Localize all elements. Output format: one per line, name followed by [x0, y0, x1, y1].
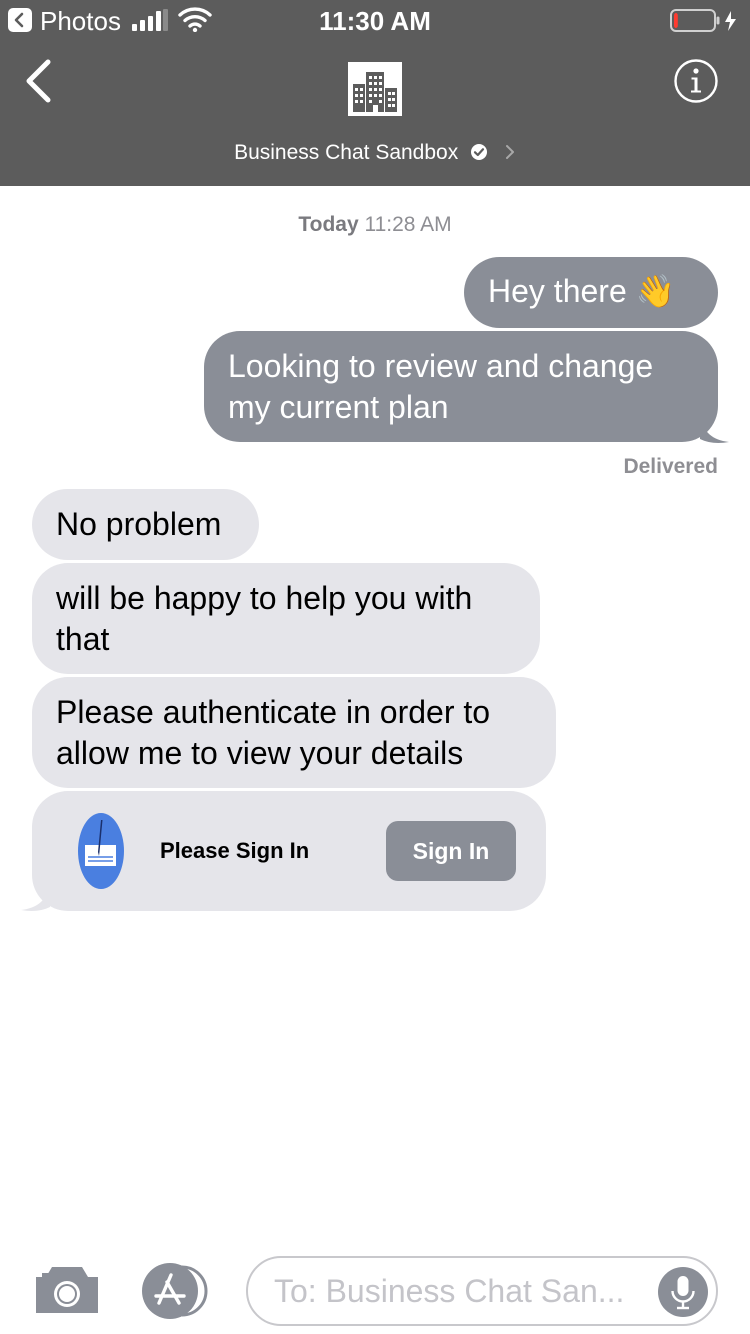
message-text: Please authenticate in order to allow me…	[56, 694, 491, 771]
microphone-icon[interactable]	[658, 1267, 708, 1317]
card-title: Please Sign In	[160, 838, 310, 863]
camera-icon[interactable]	[34, 1265, 100, 1315]
incoming-message-bubble[interactable]: No problem	[32, 489, 259, 560]
app-store-icon[interactable]	[140, 1263, 212, 1319]
incoming-bubble-tail	[21, 886, 50, 911]
message-text: Hey there	[488, 273, 627, 309]
message-input[interactable]	[274, 1258, 644, 1324]
battery-icon	[670, 9, 736, 32]
outgoing-bubble-tail	[700, 418, 729, 443]
chevron-right-icon	[505, 145, 514, 159]
back-chevron-icon[interactable]	[22, 58, 56, 104]
contact-name-row[interactable]: Business Chat Sandbox	[0, 140, 750, 166]
building-icon[interactable]	[348, 62, 402, 116]
message-text: No problem	[56, 506, 222, 542]
sign-in-button[interactable]: Sign In	[386, 821, 516, 881]
signature-icon	[78, 813, 124, 889]
timestamp-day: Today	[298, 213, 359, 236]
incoming-message-bubble[interactable]: will be happy to help you with that	[32, 563, 540, 674]
outgoing-message-bubble[interactable]: Looking to review and change my current …	[204, 331, 718, 442]
message-input-container	[246, 1256, 718, 1326]
message-text: Looking to review and change my current …	[228, 348, 654, 425]
info-icon[interactable]	[673, 58, 719, 104]
thread-timestamp: Today 11:28 AM	[0, 212, 750, 238]
message-text: will be happy to help you with that	[56, 580, 473, 657]
contact-name: Business Chat Sandbox	[234, 141, 459, 164]
waving-hand-emoji: 👋	[635, 273, 676, 309]
sign-in-card[interactable]: Please Sign In Sign In	[32, 791, 546, 911]
verified-check-icon	[471, 144, 488, 160]
incoming-message-bubble[interactable]: Please authenticate in order to allow me…	[32, 677, 556, 788]
delivered-status: Delivered	[623, 455, 718, 478]
outgoing-message-bubble[interactable]: Hey there 👋	[464, 257, 718, 328]
conversation-header: Photos 11:30 AM Business Chat Sandbox	[0, 0, 750, 186]
timestamp-time: 11:28 AM	[364, 213, 452, 236]
status-time: 11:30 AM	[319, 6, 431, 36]
